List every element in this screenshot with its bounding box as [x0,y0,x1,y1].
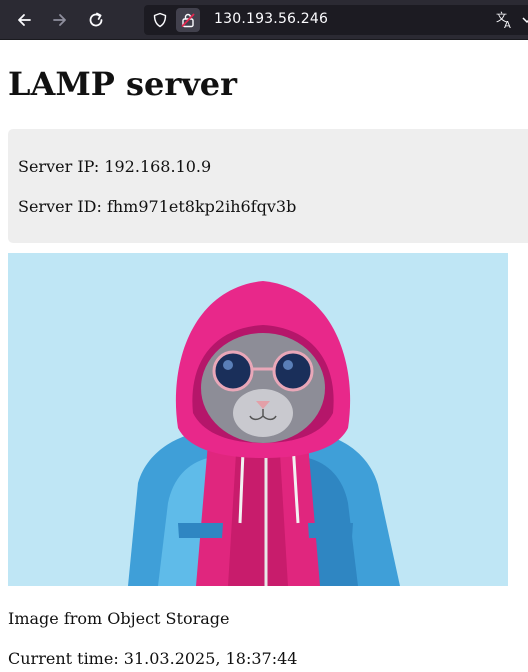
reload-icon [89,12,103,27]
forward-arrow-icon [53,14,66,26]
image-caption: Image from Object Storage [8,609,230,628]
forward-button[interactable] [48,8,72,32]
reload-button[interactable] [84,8,108,32]
shield-icon[interactable] [152,12,168,28]
insecure-connection-button[interactable] [176,8,200,32]
chevron-down-icon[interactable] [522,16,528,24]
url-bar[interactable]: 130.193.56.246 文 A [144,5,528,35]
server-ip: Server IP: 192.168.10.9 [18,157,212,176]
server-info-box: Server IP: 192.168.10.9 Server ID: fhm97… [8,129,528,243]
page-title: LAMP server [8,65,237,103]
translate-icon[interactable]: 文 A [496,10,514,31]
svg-text:A: A [504,20,511,29]
browser-toolbar: 130.193.56.246 文 A [0,0,528,40]
insecure-lock-icon [181,13,195,28]
server-id: Server ID: fhm971et8kp2ih6fqv3b [18,197,297,216]
current-time: Current time: 31.03.2025, 18:37:44 [8,649,298,668]
back-arrow-icon [18,14,31,26]
cat-in-hoodie-illustration [8,253,508,586]
object-storage-image [8,253,508,586]
url-text[interactable]: 130.193.56.246 [214,11,328,27]
back-button[interactable] [12,8,36,32]
